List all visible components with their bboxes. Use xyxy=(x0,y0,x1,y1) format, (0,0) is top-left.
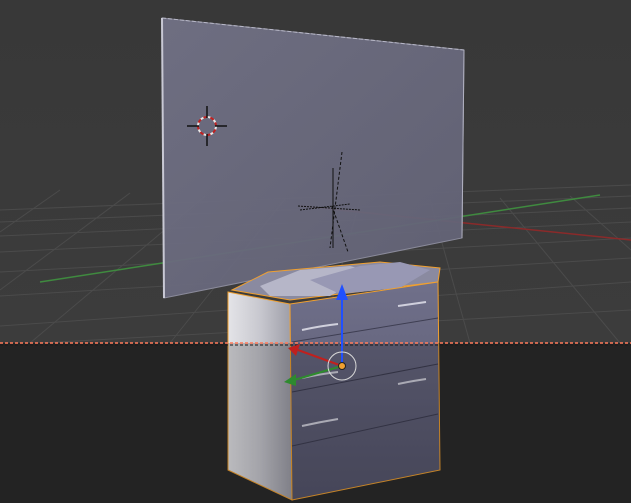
3d-viewport[interactable] xyxy=(0,0,631,503)
gizmo-origin[interactable] xyxy=(338,362,346,370)
lower-shade xyxy=(0,343,631,503)
